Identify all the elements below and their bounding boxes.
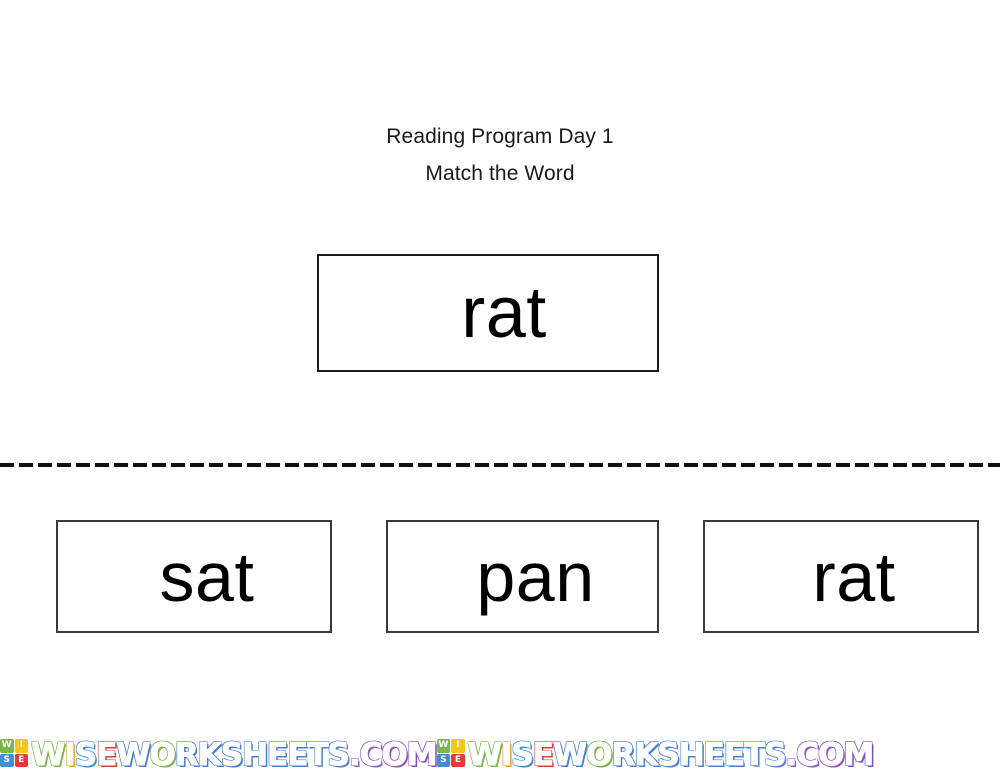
wordmark-letter: C bbox=[796, 737, 820, 772]
logo-tile-e: E bbox=[451, 753, 465, 767]
wordmark-letter: I bbox=[500, 737, 512, 772]
wiseworksheets-logo-icon: WISE bbox=[436, 739, 465, 767]
choice-word-3: rat bbox=[812, 537, 896, 616]
logo-tile-s: S bbox=[0, 753, 14, 767]
wordmark-letter: M bbox=[406, 737, 438, 772]
wordmark-letter: K bbox=[197, 737, 222, 772]
watermark-unit: WISEWISEWORKSHEETS.COM bbox=[436, 734, 875, 772]
dashed-cut-line bbox=[0, 463, 1000, 467]
wordmark-letter: E bbox=[532, 737, 554, 772]
wordmark-letter: R bbox=[611, 737, 636, 772]
logo-tile-s: S bbox=[436, 753, 451, 767]
wordmark-letter: . bbox=[348, 737, 361, 772]
wordmark-letter: . bbox=[785, 737, 798, 772]
watermark-wordmark: WISEWORKSHEETS.COM bbox=[30, 734, 438, 772]
logo-tile-e: E bbox=[14, 753, 28, 767]
wordmark-letter: S bbox=[764, 737, 787, 772]
choice-box-3[interactable]: rat bbox=[703, 520, 979, 633]
watermark-unit: WISEWISEWORKSHEETS.COM bbox=[0, 734, 438, 772]
prompt-word-box: rat bbox=[317, 254, 659, 372]
wordmark-letter: W bbox=[116, 737, 151, 772]
wordmark-letter: T bbox=[307, 737, 329, 772]
wordmark-letter: E bbox=[703, 737, 725, 772]
wordmark-letter: E bbox=[96, 737, 118, 772]
wordmark-letter: M bbox=[843, 737, 875, 772]
choice-word-1: sat bbox=[159, 537, 255, 616]
logo-tile-w: W bbox=[0, 739, 14, 753]
wordmark-letter: E bbox=[723, 737, 745, 772]
wordmark-letter: S bbox=[74, 737, 97, 772]
wordmark-letter: W bbox=[30, 737, 65, 772]
wordmark-letter: O bbox=[818, 737, 845, 772]
choice-box-1[interactable]: sat bbox=[56, 520, 332, 633]
choice-box-2[interactable]: pan bbox=[386, 520, 659, 633]
logo-tile-i: I bbox=[14, 739, 28, 753]
page-title: Reading Program Day 1 Match the Word bbox=[0, 118, 1000, 192]
wordmark-letter: H bbox=[242, 737, 269, 772]
watermark-footer: WISEWISEWORKSHEETS.COMWISEWISEWORKSHEETS… bbox=[0, 734, 1000, 772]
wiseworksheets-logo-icon: WISE bbox=[0, 739, 28, 767]
choice-word-2: pan bbox=[476, 537, 595, 616]
wordmark-letter: O bbox=[381, 737, 408, 772]
wordmark-letter: W bbox=[552, 737, 587, 772]
wordmark-letter: S bbox=[220, 737, 243, 772]
wordmark-letter: E bbox=[287, 737, 309, 772]
wordmark-letter: S bbox=[657, 737, 680, 772]
title-line-program: Reading Program Day 1 bbox=[386, 125, 614, 148]
wordmark-letter: K bbox=[634, 737, 659, 772]
wordmark-letter: S bbox=[327, 737, 350, 772]
wordmark-letter: C bbox=[359, 737, 383, 772]
wordmark-letter: I bbox=[64, 737, 76, 772]
watermark-wordmark: WISEWORKSHEETS.COM bbox=[467, 734, 875, 772]
wordmark-letter: S bbox=[511, 737, 534, 772]
wordmark-letter: R bbox=[174, 737, 199, 772]
wordmark-letter: E bbox=[267, 737, 289, 772]
wordmark-letter: O bbox=[149, 737, 176, 772]
title-line-instruction: Match the Word bbox=[425, 162, 575, 185]
prompt-word-text: rat bbox=[461, 273, 547, 353]
logo-tile-w: W bbox=[436, 739, 451, 753]
wordmark-letter: O bbox=[586, 737, 613, 772]
logo-tile-i: I bbox=[451, 739, 465, 753]
wordmark-letter: H bbox=[678, 737, 705, 772]
wordmark-letter: T bbox=[744, 737, 766, 772]
wordmark-letter: W bbox=[467, 737, 502, 772]
